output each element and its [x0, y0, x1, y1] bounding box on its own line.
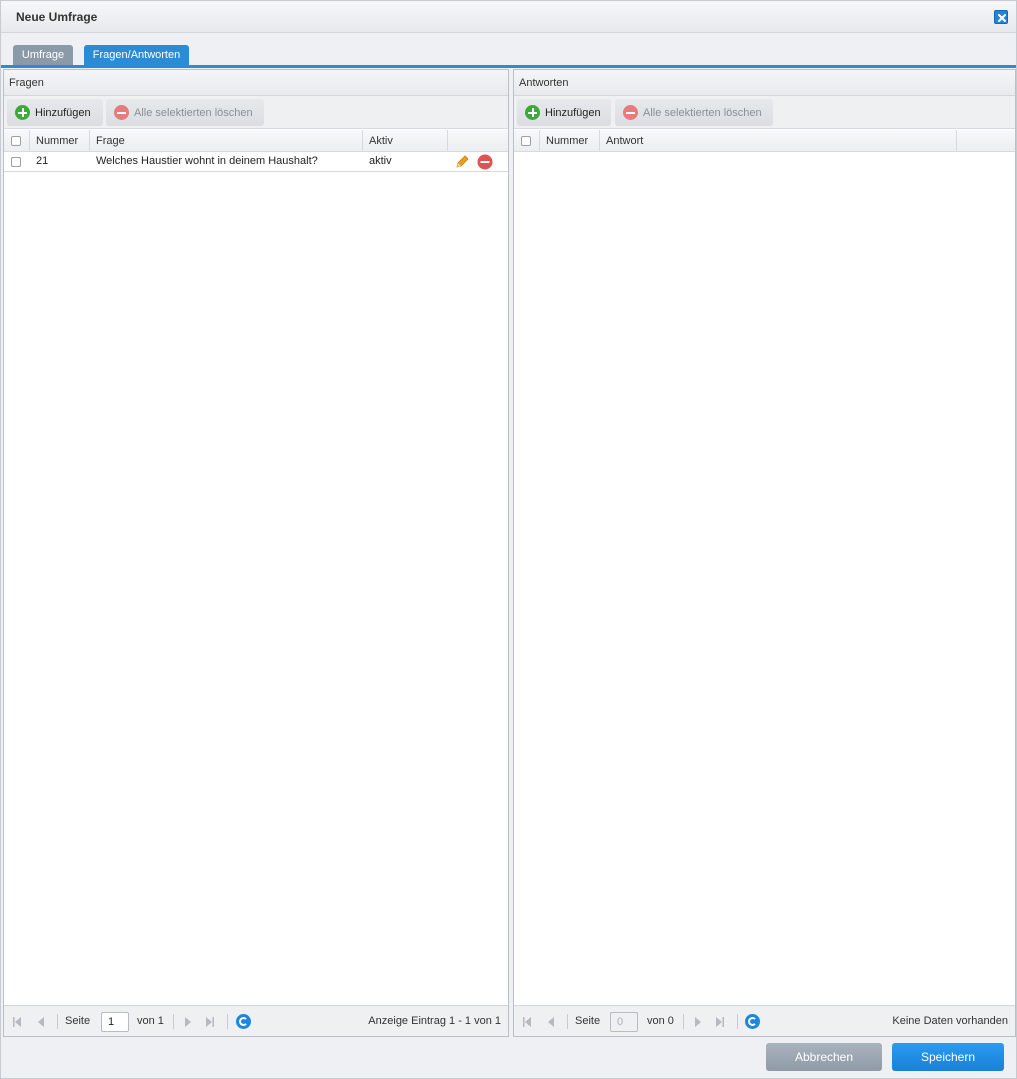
title-bar: Neue Umfrage [1, 1, 1016, 33]
prev-page-icon[interactable] [35, 1016, 47, 1028]
close-button[interactable] [994, 10, 1008, 24]
close-icon [998, 14, 1006, 22]
pager-separator [227, 1014, 228, 1029]
fragen-select-all-checkbox[interactable] [11, 136, 21, 146]
antworten-delete-label: Alle selektierten löschen [643, 106, 762, 119]
next-page-icon[interactable] [692, 1016, 704, 1028]
fragen-panel-title: Fragen [9, 77, 44, 89]
fragen-panel-header: Fragen [4, 70, 508, 96]
antworten-col-antwort[interactable]: Antwort [600, 130, 957, 152]
antworten-toolbar: Hinzufügen Alle selektierten löschen [514, 96, 1015, 129]
antworten-pager: Seite 0 von 0 Keine Daten vorhanden [514, 1005, 1015, 1036]
row-frage: Welches Haustier wohnt in deinem Haushal… [96, 155, 318, 167]
fragen-grid-header: Nummer Frage Aktiv [4, 130, 508, 152]
add-icon [525, 105, 540, 120]
pager-separator [57, 1014, 58, 1029]
antworten-seite-label: Seite [575, 1015, 601, 1027]
fragen-pager-status: Anzeige Eintrag 1 - 1 von 1 [368, 1015, 501, 1027]
tab-bar: Umfrage Fragen/Antworten [1, 33, 1016, 68]
window-title: Neue Umfrage [16, 10, 98, 24]
edit-icon[interactable] [454, 154, 470, 170]
antworten-von-label: von 0 [647, 1015, 674, 1027]
fragen-add-label: Hinzufügen [35, 106, 91, 119]
antworten-panel-header: Antworten [514, 70, 1015, 96]
pager-separator [567, 1014, 568, 1029]
antworten-panel: Antworten Hinzufügen Alle selektierten l… [513, 69, 1016, 1037]
antworten-page-input[interactable]: 0 [610, 1012, 638, 1032]
antworten-delete-selected-button[interactable]: Alle selektierten löschen [615, 99, 773, 126]
refresh-icon[interactable] [236, 1014, 251, 1029]
pager-separator [737, 1014, 738, 1029]
first-page-icon[interactable] [11, 1016, 23, 1028]
fragen-col-nummer[interactable]: Nummer [30, 130, 90, 152]
row-nummer: 21 [36, 155, 49, 167]
cancel-button[interactable]: Abbrechen [766, 1043, 882, 1071]
fragen-delete-label: Alle selektierten löschen [134, 106, 253, 119]
fragen-pager: Seite 1 von 1 Anzeige Eintrag 1 - 1 von … [4, 1005, 508, 1036]
add-icon [15, 105, 30, 120]
fragen-select-all-cell [4, 130, 30, 152]
tab-underline [1, 65, 1016, 68]
fragen-seite-label: Seite [65, 1015, 91, 1027]
remove-icon[interactable] [477, 154, 493, 170]
last-page-icon[interactable] [714, 1016, 726, 1028]
antworten-select-all-cell [514, 130, 540, 152]
tab-umfrage[interactable]: Umfrage [13, 45, 73, 65]
prev-page-icon[interactable] [545, 1016, 557, 1028]
fragen-panel: Fragen Hinzufügen Alle selektierten lösc… [3, 69, 509, 1037]
fragen-von-label: von 1 [137, 1015, 164, 1027]
refresh-icon[interactable] [745, 1014, 760, 1029]
antworten-grid-header: Nummer Antwort [514, 130, 1015, 152]
fragen-page-input[interactable]: 1 [101, 1012, 129, 1032]
fragen-col-aktiv[interactable]: Aktiv [363, 130, 448, 152]
antworten-pager-status: Keine Daten vorhanden [892, 1015, 1008, 1027]
tab-fragen-antworten[interactable]: Fragen/Antworten [84, 45, 189, 65]
row-aktiv: aktiv [369, 155, 392, 167]
fragen-col-frage[interactable]: Frage [90, 130, 363, 152]
antworten-add-label: Hinzufügen [545, 106, 601, 119]
antworten-add-button[interactable]: Hinzufügen [517, 99, 611, 126]
pager-separator [683, 1014, 684, 1029]
fragen-add-button[interactable]: Hinzufügen [7, 99, 103, 126]
row-checkbox[interactable] [11, 157, 21, 167]
next-page-icon[interactable] [182, 1016, 194, 1028]
antworten-select-all-checkbox[interactable] [521, 136, 531, 146]
pager-separator [173, 1014, 174, 1029]
fragen-delete-selected-button[interactable]: Alle selektierten löschen [106, 99, 264, 126]
delete-icon [114, 105, 129, 120]
delete-icon [623, 105, 638, 120]
save-button[interactable]: Speichern [892, 1043, 1004, 1071]
dialog-window: Neue Umfrage Umfrage Fragen/Antworten Fr… [0, 0, 1017, 1079]
fragen-toolbar: Hinzufügen Alle selektierten löschen [4, 96, 508, 129]
last-page-icon[interactable] [204, 1016, 216, 1028]
table-row[interactable]: 21 Welches Haustier wohnt in deinem Haus… [4, 152, 508, 172]
row-select-cell [4, 152, 30, 172]
first-page-icon[interactable] [521, 1016, 533, 1028]
antworten-panel-title: Antworten [519, 77, 569, 89]
antworten-col-nummer[interactable]: Nummer [540, 130, 600, 152]
